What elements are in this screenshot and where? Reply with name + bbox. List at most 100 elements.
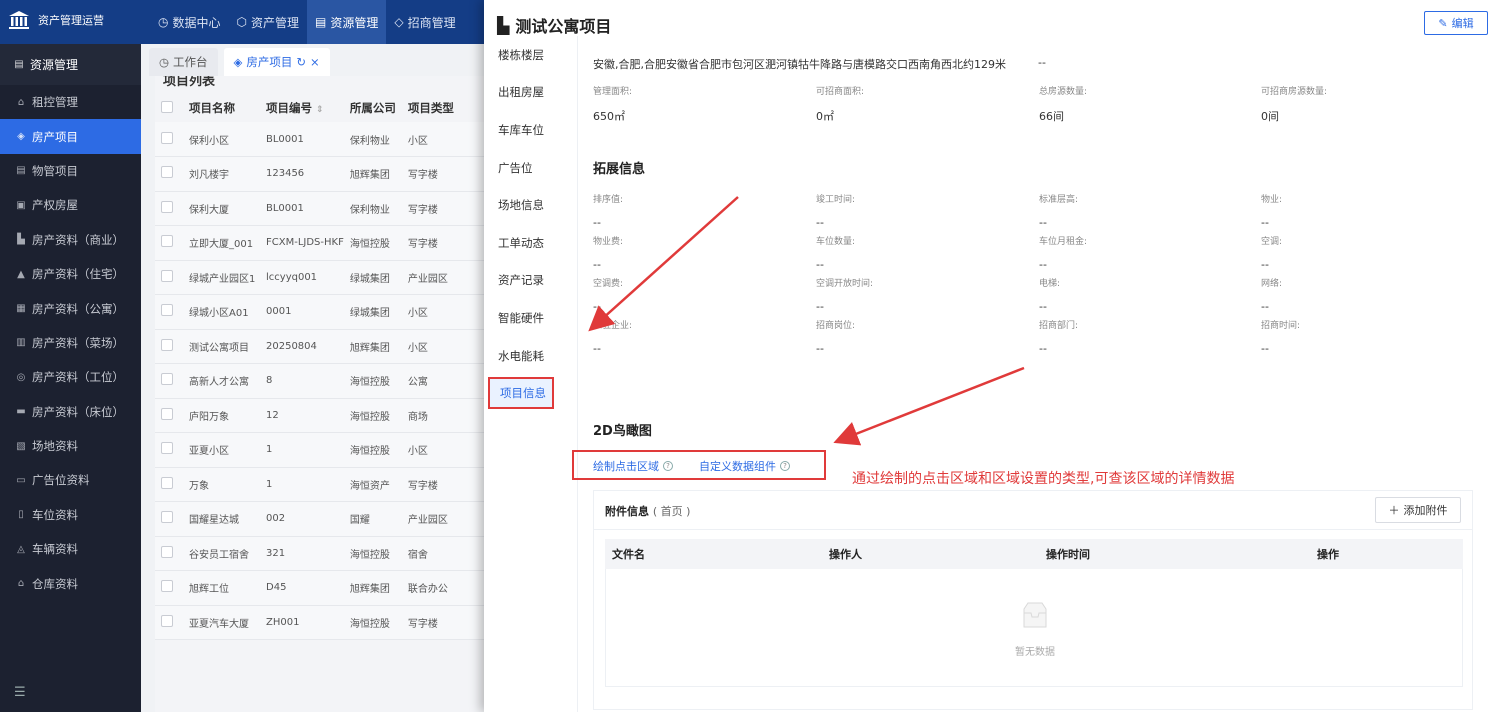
drawer-nav-item[interactable]: 广告位 [484,149,577,187]
checkbox[interactable] [161,200,173,213]
checkbox[interactable] [161,100,173,113]
row-select-cell[interactable] [155,570,183,606]
info-field: 招商时间: -- [1261,318,1483,360]
sidebar-item[interactable]: ◎ 房产资料（工位） [0,360,141,394]
checkbox[interactable] [161,407,173,420]
close-icon[interactable]: × [310,55,320,69]
table-cell: 高新人才公寓 [183,363,260,399]
checkbox[interactable] [161,131,173,144]
table-row[interactable]: 保利大厦 BL0001 保利物业 写字楼 [155,191,484,226]
topnav-invest-mgmt[interactable]: ◇ 招商管理 [386,0,463,44]
row-select-cell[interactable] [155,398,183,433]
table-row[interactable]: 立即大厦_001 FCXM-LJDS-HKF 海恒控股 写字楼 [155,225,484,261]
table-row[interactable]: 高新人才公寓 8 海恒控股 公寓 [155,363,484,399]
topnav-resource-mgmt[interactable]: ▤ 资源管理 [307,0,387,44]
checkbox[interactable] [161,511,173,524]
sidebar-item[interactable]: ▭ 广告位资料 [0,463,141,497]
row-select-cell[interactable] [155,432,183,468]
sidebar-item[interactable]: ▯ 车位资料 [0,498,141,532]
sidebar-item[interactable]: ▬ 房产资料（床位） [0,395,141,429]
sidebar-item[interactable]: ⌂ 仓库资料 [0,566,141,600]
tab-project[interactable]: ◈ 房产项目 ↻ × [223,48,330,76]
table-row[interactable]: 国耀星达城 002 国耀 产业园区 [155,501,484,537]
table-cell: 绿城小区A01 [183,294,260,330]
row-select-cell[interactable] [155,156,183,192]
collapse-menu-icon[interactable]: ☰ [14,685,26,700]
drawer-nav-item[interactable]: 智能硬件 [484,299,577,337]
drawer-nav-item[interactable]: 楼栋楼层 [484,36,577,74]
checkbox[interactable] [161,545,173,558]
row-select-cell[interactable] [155,467,183,502]
checkbox[interactable] [161,304,173,317]
checkbox[interactable] [161,338,173,351]
col-code[interactable]: 项目编号 ⇕ [260,94,344,122]
add-attachment-button[interactable]: ＋添加附件 [1375,497,1461,523]
table-row[interactable]: 万象 1 海恒资产 写字楼 [155,467,484,502]
sidebar-item[interactable]: ▦ 房产资料（公寓） [0,291,141,325]
table-row[interactable]: 保利小区 BL0001 保利物业 小区 [155,122,484,157]
checkbox[interactable] [161,580,173,593]
sidebar-item[interactable]: ▤ 物管项目 [0,154,141,188]
row-select-cell[interactable] [155,122,183,157]
sidebar-item[interactable]: ◬ 车辆资料 [0,532,141,566]
drawer-nav-item[interactable]: 工单动态 [484,224,577,262]
checkbox[interactable] [161,235,173,248]
info-field: 空调费: -- [593,276,816,318]
drawer-nav-item[interactable]: 场地信息 [484,186,577,224]
sidebar-item[interactable]: ▣ 产权房屋 [0,188,141,222]
checkbox[interactable] [161,614,173,627]
checkbox[interactable] [161,476,173,489]
row-select-cell[interactable] [155,191,183,226]
sidebar-item[interactable]: ▙ 房产资料（商业） [0,223,141,257]
field-label: 入驻企业: [593,321,633,331]
checkbox[interactable] [161,166,173,179]
table-cell: 旭辉集团 [343,570,402,606]
table-row[interactable]: 绿城小区A01 0001 绿城集团 小区 [155,294,484,330]
table-row[interactable]: 亚夏小区 1 海恒控股 小区 [155,432,484,468]
row-select-cell[interactable] [155,260,183,295]
topnav-label: 数据中心 [172,15,221,30]
table-row[interactable]: 测试公寓项目 20250804 旭辉集团 小区 [155,329,484,364]
sidebar-item[interactable]: ⌂ 租控管理 [0,85,141,119]
row-select-cell[interactable] [155,501,183,537]
table-row[interactable]: 庐阳万象 12 海恒控股 商场 [155,398,484,433]
sidebar-item[interactable]: ▲ 房产资料（住宅） [0,257,141,291]
row-select-cell[interactable] [155,536,183,571]
select-all-cell[interactable] [155,94,183,122]
help-icon[interactable]: ? [780,461,790,471]
sidebar-item[interactable]: ▧ 场地资料 [0,429,141,463]
drawer-nav-item[interactable]: 水电能耗 [484,337,577,375]
table-row[interactable]: 谷安员工宿舍 321 海恒控股 宿舍 [155,536,484,571]
table-cell: 123456 [260,156,344,192]
info-field: 入驻企业: -- [593,318,816,360]
row-select-cell[interactable] [155,329,183,364]
refresh-icon[interactable]: ↻ [296,55,306,69]
checkbox[interactable] [161,269,173,282]
drawer-nav-item[interactable]: 出租房屋 [484,74,577,112]
sidebar-item[interactable]: ▥ 房产资料（菜场） [0,326,141,360]
row-select-cell[interactable] [155,294,183,330]
table-row[interactable]: 刘凡楼宇 123456 旭辉集团 写字楼 [155,156,484,192]
checkbox[interactable] [161,442,173,455]
custom-data-component-link[interactable]: 自定义数据组件? [699,458,790,474]
sort-icon[interactable]: ⇕ [316,105,324,115]
draw-click-area-link[interactable]: 绘制点击区域? [593,458,673,474]
drawer-nav-item[interactable]: 项目信息 [488,377,554,410]
drawer-nav-item[interactable]: 车库车位 [484,111,577,149]
table-row[interactable]: 绿城产业园区1 lccyyq001 绿城集团 产业园区 [155,260,484,295]
tab-workbench[interactable]: ◷ 工作台 [149,48,218,76]
table-row[interactable]: 旭辉工位 D45 旭辉集团 联合办公 [155,570,484,606]
drawer-nav-item[interactable]: 资产记录 [484,262,577,300]
checkbox[interactable] [161,373,173,386]
sidebar-item[interactable]: ◈ 房产项目 [0,119,141,154]
table-row[interactable]: 亚夏汽车大厦 ZH001 海恒控股 写字楼 [155,605,484,640]
row-select-cell[interactable] [155,363,183,399]
table-cell [461,329,484,364]
row-select-cell[interactable] [155,225,183,261]
topnav-asset-mgmt[interactable]: ⬡ 资产管理 [229,0,308,44]
row-select-cell[interactable] [155,605,183,640]
help-icon[interactable]: ? [663,461,673,471]
edit-button[interactable]: ✎ 编辑 [1424,11,1488,35]
topnav-data-center[interactable]: ◷ 数据中心 [150,0,229,44]
menu-item-icon: ◈ [17,131,25,143]
